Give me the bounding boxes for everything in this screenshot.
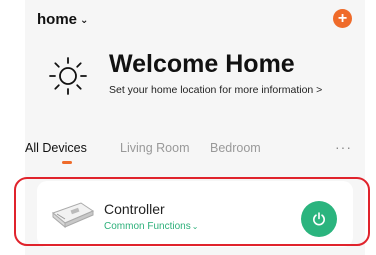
home-selector[interactable]: home ⌄ — [37, 11, 88, 28]
set-location-link[interactable]: Set your home location for more informat… — [109, 84, 322, 96]
chevron-down-icon: ⌄ — [80, 15, 89, 26]
more-icon[interactable]: ··· — [335, 139, 352, 155]
welcome-title: Welcome Home — [109, 50, 295, 78]
active-tab-indicator — [62, 161, 72, 164]
highlight-box — [14, 177, 370, 246]
sun-icon — [49, 57, 87, 95]
tab-all-devices[interactable]: All Devices — [25, 141, 87, 155]
tab-living-room[interactable]: Living Room — [120, 141, 189, 155]
tab-bedroom[interactable]: Bedroom — [210, 141, 261, 155]
plus-icon: + — [337, 10, 348, 27]
add-button[interactable]: + — [333, 9, 352, 28]
home-selector-label: home — [37, 11, 78, 28]
room-tabs: All Devices Living Room Bedroom ··· — [25, 139, 365, 161]
